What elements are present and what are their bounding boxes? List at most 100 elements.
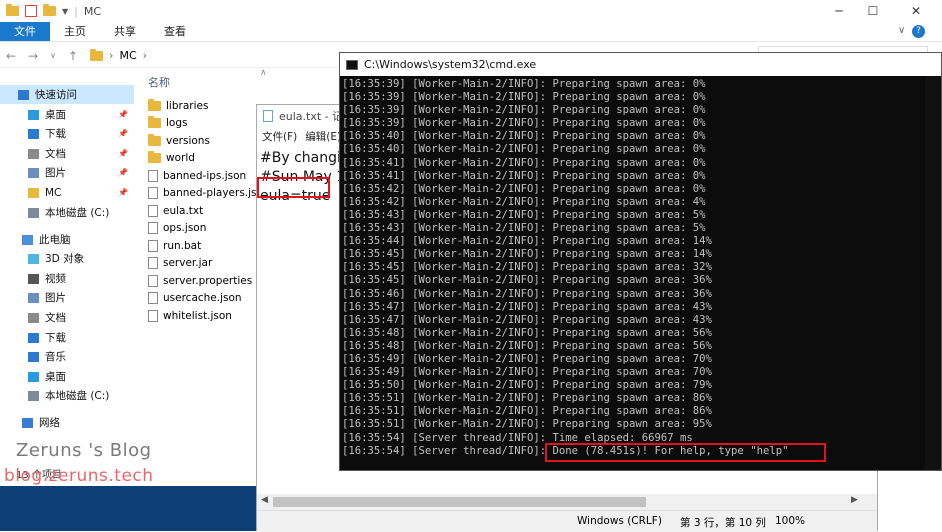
sidebar-item[interactable]: 3D 对象 <box>0 249 134 268</box>
sidebar-item-label: MC <box>45 186 62 199</box>
tab-file[interactable]: 文件 <box>0 22 50 41</box>
console-line: [16:35:41] [Worker-Main-2/INFO]: Prepari… <box>342 169 706 182</box>
new-folder-icon[interactable] <box>43 4 56 16</box>
cmd-titlebar: C:\Windows\system32\cmd.exe <box>340 53 941 76</box>
desktop-background <box>0 486 258 531</box>
close-button[interactable]: ✕ <box>893 0 939 22</box>
file-name: ops.json <box>163 222 207 234</box>
sidebar-item[interactable]: 本地磁盘 (C:) <box>0 203 134 222</box>
sidebar-item-label: 桌面 <box>45 371 66 383</box>
sidebar-item-label: 图片 <box>45 292 66 304</box>
tab-share[interactable]: 共享 <box>100 22 150 41</box>
sidebar-item[interactable]: 下载 📌 <box>0 124 134 143</box>
forward-arrow-icon[interactable]: → <box>28 49 38 63</box>
list-item[interactable]: banned-ips.json <box>148 167 246 184</box>
menu-edit[interactable]: 编辑(E) <box>305 129 341 147</box>
list-item[interactable]: usercache.json <box>148 290 242 307</box>
sidebar-item-label: 文档 <box>45 148 66 160</box>
list-item[interactable]: eula.txt <box>148 202 203 219</box>
list-item[interactable]: run.bat <box>148 237 201 254</box>
sidebar-item[interactable]: 下载 <box>0 328 134 347</box>
horizontal-scrollbar[interactable]: ◀ ▶ <box>257 494 877 510</box>
ribbon-expand-icon[interactable]: ∨ <box>898 25 905 36</box>
list-item[interactable]: banned-players.json <box>148 185 270 202</box>
pin-icon: 📌 <box>118 149 128 158</box>
sidebar-item-label: 文档 <box>45 312 66 324</box>
pin-icon: 📌 <box>118 168 128 177</box>
file-name: banned-ips.json <box>163 169 247 182</box>
recent-dropdown-icon[interactable]: ∨ <box>50 51 56 60</box>
picture-icon <box>28 292 39 303</box>
scroll-left-icon[interactable]: ◀ <box>261 495 268 505</box>
console-output[interactable]: [16:35:39] [Worker-Main-2/INFO]: Prepari… <box>342 78 932 458</box>
console-line: [16:35:43] [Worker-Main-2/INFO]: Prepari… <box>342 222 706 235</box>
scroll-right-icon[interactable]: ▶ <box>851 495 858 505</box>
properties-icon[interactable] <box>25 5 37 17</box>
sidebar-item[interactable]: 网络 <box>0 413 134 432</box>
sidebar-item-label: 图片 <box>45 167 66 179</box>
scrollbar-thumb[interactable] <box>273 497 646 507</box>
drive-icon <box>28 390 39 401</box>
sidebar-item-label: 视频 <box>45 273 66 285</box>
menu-file[interactable]: 文件(F) <box>262 129 297 147</box>
window-title: MC <box>83 4 102 18</box>
sort-chevron-icon[interactable]: ∧ <box>260 68 267 78</box>
list-item[interactable]: logs <box>148 115 187 132</box>
sidebar-item[interactable]: 桌面 <box>0 367 134 386</box>
back-arrow-icon[interactable]: ← <box>6 49 16 63</box>
tab-view[interactable]: 查看 <box>150 22 200 41</box>
console-line: [16:35:39] [Worker-Main-2/INFO]: Prepari… <box>342 78 706 90</box>
console-line: [16:35:45] [Worker-Main-2/INFO]: Prepari… <box>342 274 712 287</box>
file-icon <box>148 292 158 304</box>
console-line: [16:35:51] [Worker-Main-2/INFO]: Prepari… <box>342 405 712 418</box>
ribbon-tabs: 文件 主页 共享 查看 ∨ ? <box>0 22 942 42</box>
list-item[interactable]: ops.json <box>148 220 206 237</box>
breadcrumb[interactable]: › MC › <box>90 48 147 62</box>
sidebar-item[interactable]: 视频 <box>0 269 134 288</box>
cmd-scrollbar[interactable] <box>925 76 941 470</box>
console-line: [16:35:45] [Worker-Main-2/INFO]: Prepari… <box>342 248 712 261</box>
console-line: [16:35:39] [Worker-Main-2/INFO]: Prepari… <box>342 117 706 130</box>
sidebar-item[interactable]: 文档 <box>0 308 134 327</box>
file-name: whitelist.json <box>163 309 232 322</box>
file-name: server.jar <box>163 257 213 269</box>
sidebar-item-label: 本地磁盘 (C:) <box>45 207 110 219</box>
sidebar-item[interactable]: 文档 📌 <box>0 144 134 163</box>
notepad-statusbar: Windows (CRLF) 第 3 行，第 10 列 100% <box>257 510 877 532</box>
tab-home[interactable]: 主页 <box>50 22 100 41</box>
sidebar-item-label: 此电脑 <box>39 234 71 246</box>
maximize-button[interactable]: ☐ <box>850 0 896 22</box>
sidebar-item-label: 网络 <box>39 417 60 429</box>
file-name: run.bat <box>163 239 202 252</box>
sidebar-item-label: 下载 <box>45 332 66 344</box>
console-line: [16:35:44] [Worker-Main-2/INFO]: Prepari… <box>342 235 712 248</box>
list-item[interactable]: whitelist.json <box>148 307 232 324</box>
folder-icon <box>148 151 161 163</box>
sidebar-item[interactable]: 图片 <box>0 288 134 307</box>
console-line: [16:35:50] [Worker-Main-2/INFO]: Prepari… <box>342 379 712 392</box>
sidebar-item[interactable]: 本地磁盘 (C:) <box>0 386 134 405</box>
music-icon <box>28 351 39 362</box>
sidebar-item[interactable]: 快速访问 <box>0 85 134 104</box>
sidebar-item[interactable]: 此电脑 <box>0 230 134 249</box>
sidebar-item[interactable]: MC 📌 <box>0 183 134 202</box>
sidebar-item[interactable]: 音乐 <box>0 347 134 366</box>
help-icon[interactable]: ? <box>912 25 925 38</box>
list-item[interactable]: versions <box>148 132 210 149</box>
breadcrumb-mc[interactable]: MC <box>119 49 136 62</box>
watermark-title: Zeruns 's Blog <box>16 440 152 461</box>
folder-icon <box>148 133 161 146</box>
console-line: [16:35:51] [Worker-Main-2/INFO]: Prepari… <box>342 418 712 431</box>
list-item[interactable]: server.jar <box>148 255 212 272</box>
list-item[interactable]: server.properties <box>148 272 252 289</box>
file-icon <box>148 274 158 287</box>
sidebar-item[interactable]: 桌面 📌 <box>0 105 134 124</box>
console-line: [16:35:39] [Worker-Main-2/INFO]: Prepari… <box>342 91 706 104</box>
console-line: [16:35:45] [Worker-Main-2/INFO]: Prepari… <box>342 261 712 274</box>
up-arrow-icon[interactable]: ↑ <box>68 49 78 63</box>
list-item[interactable]: world <box>148 150 195 167</box>
column-header-name[interactable]: 名称 <box>148 74 170 90</box>
sidebar-item[interactable]: 图片 📌 <box>0 163 134 182</box>
list-item[interactable]: libraries <box>148 97 208 114</box>
quick-access-dropdown-icon[interactable]: ▼ <box>62 7 68 16</box>
